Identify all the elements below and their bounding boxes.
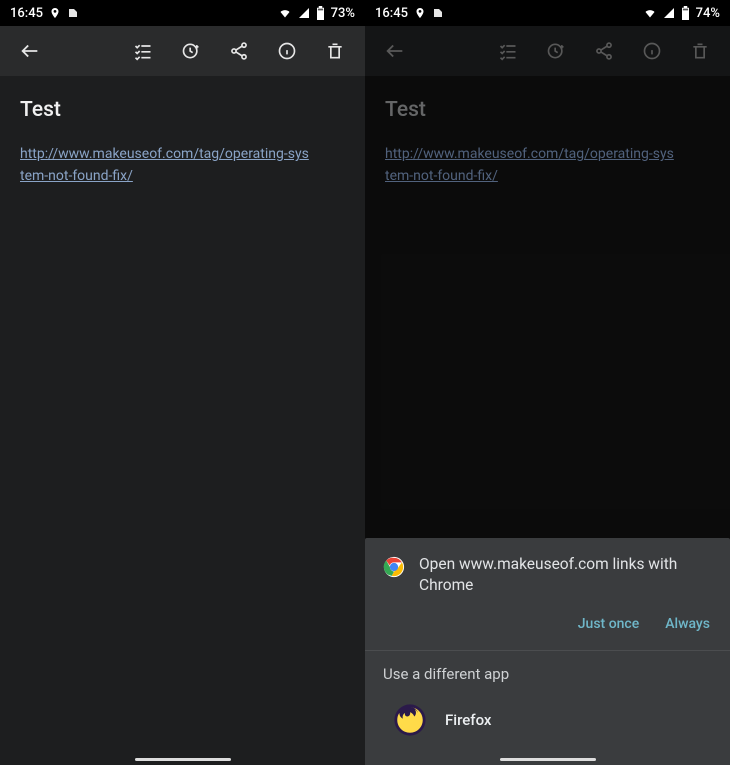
status-battery: 73% bbox=[331, 6, 355, 21]
info-button[interactable] bbox=[630, 29, 674, 73]
app-option-label: Firefox bbox=[445, 711, 491, 729]
share-icon bbox=[229, 41, 249, 61]
home-indicator[interactable] bbox=[135, 758, 231, 761]
delete-button[interactable] bbox=[678, 29, 722, 73]
sim-icon bbox=[432, 7, 444, 19]
wifi-icon bbox=[278, 7, 292, 19]
home-indicator[interactable] bbox=[500, 758, 596, 761]
status-time: 16:45 bbox=[10, 6, 43, 21]
app-option-firefox[interactable]: Firefox bbox=[365, 691, 730, 765]
clock-plus-icon bbox=[181, 41, 201, 61]
note-url-link[interactable]: http://www.makeuseof.com/tag/operating-s… bbox=[20, 144, 310, 187]
checklist-button[interactable] bbox=[121, 29, 165, 73]
phone-left: 16:45 73% Test bbox=[0, 0, 365, 765]
location-icon bbox=[49, 7, 61, 19]
open-with-sheet: Open www.makeuseof.com links with Chrome… bbox=[365, 538, 730, 765]
share-button[interactable] bbox=[582, 29, 626, 73]
reminder-button[interactable] bbox=[534, 29, 578, 73]
trash-icon bbox=[325, 41, 345, 61]
note-title[interactable]: Test bbox=[385, 98, 710, 122]
back-button[interactable] bbox=[373, 29, 417, 73]
battery-icon bbox=[316, 6, 325, 20]
info-button[interactable] bbox=[265, 29, 309, 73]
delete-button[interactable] bbox=[313, 29, 357, 73]
status-bar: 16:45 74% bbox=[365, 0, 730, 26]
toolbar bbox=[0, 26, 365, 76]
firefox-icon bbox=[393, 703, 427, 737]
location-icon bbox=[414, 7, 426, 19]
toolbar bbox=[365, 26, 730, 76]
cell-icon bbox=[298, 7, 310, 19]
info-icon bbox=[642, 41, 662, 61]
just-once-button[interactable]: Just once bbox=[578, 616, 639, 632]
status-bar: 16:45 73% bbox=[0, 0, 365, 26]
checklist-icon bbox=[133, 41, 153, 61]
status-time: 16:45 bbox=[375, 6, 408, 21]
reminder-button[interactable] bbox=[169, 29, 213, 73]
arrow-left-icon bbox=[384, 40, 406, 62]
use-different-app-header: Use a different app bbox=[365, 651, 730, 691]
back-button[interactable] bbox=[8, 29, 52, 73]
battery-icon bbox=[681, 6, 690, 20]
note-content: Test http://www.makeuseof.com/tag/operat… bbox=[0, 76, 365, 209]
open-with-prompt: Open www.makeuseof.com links with Chrome bbox=[419, 554, 679, 596]
sim-icon bbox=[67, 7, 79, 19]
share-icon bbox=[594, 41, 614, 61]
phone-right: 16:45 74% Test bbox=[365, 0, 730, 765]
chrome-icon bbox=[383, 556, 405, 578]
checklist-icon bbox=[498, 41, 518, 61]
checklist-button[interactable] bbox=[486, 29, 530, 73]
cell-icon bbox=[663, 7, 675, 19]
note-content: Test http://www.makeuseof.com/tag/operat… bbox=[365, 76, 730, 209]
note-title[interactable]: Test bbox=[20, 98, 345, 122]
trash-icon bbox=[690, 41, 710, 61]
arrow-left-icon bbox=[19, 40, 41, 62]
status-battery: 74% bbox=[696, 6, 720, 21]
clock-plus-icon bbox=[546, 41, 566, 61]
wifi-icon bbox=[643, 7, 657, 19]
share-button[interactable] bbox=[217, 29, 261, 73]
info-icon bbox=[277, 41, 297, 61]
note-url-link[interactable]: http://www.makeuseof.com/tag/operating-s… bbox=[385, 144, 675, 187]
always-button[interactable]: Always bbox=[665, 616, 710, 632]
